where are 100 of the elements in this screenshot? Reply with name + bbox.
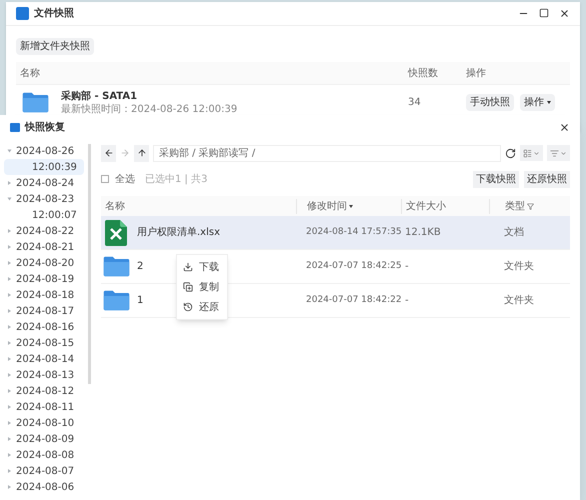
file-type: 文件夹 [503, 260, 534, 274]
collapsed-caret-icon[interactable] [8, 373, 11, 377]
maximize-icon[interactable] [539, 8, 549, 18]
chevron-down-icon [533, 150, 540, 156]
snapshot-action-button[interactable]: 下载快照 [473, 170, 519, 188]
manual-snapshot-button[interactable]: 手动快照 [466, 94, 514, 111]
file-size: - [404, 294, 410, 308]
tree-item[interactable]: 2024-08-17 [0, 303, 88, 319]
tree-item[interactable]: 2024-08-10 [0, 415, 88, 431]
tree-item[interactable]: 2024-08-21 [0, 239, 88, 255]
tree-item[interactable]: 2024-08-24 [0, 175, 88, 191]
tree-item[interactable]: 12:00:07 [4, 207, 84, 223]
tree-item[interactable]: 2024-08-08 [0, 447, 88, 463]
caret-icon [547, 101, 551, 104]
expanded-caret-icon[interactable] [8, 198, 12, 200]
back-button[interactable] [101, 144, 116, 162]
modified-time: 2024-07-07 18:42:22 [305, 294, 401, 307]
filter-icon[interactable] [527, 202, 534, 210]
folder-icon [22, 92, 49, 114]
collapsed-caret-icon[interactable] [8, 405, 11, 409]
collapsed-caret-icon[interactable] [8, 309, 11, 313]
collapsed-caret-icon[interactable] [8, 341, 11, 345]
up-button[interactable] [134, 144, 149, 162]
folder-icon [102, 256, 130, 278]
list-view-icon [523, 148, 532, 158]
collapsed-caret-icon[interactable] [8, 357, 11, 361]
download-icon [183, 262, 193, 272]
close-icon[interactable] [559, 8, 570, 19]
tree-item[interactable]: 2024-08-14 [0, 351, 88, 367]
up-arrow-icon [136, 148, 146, 158]
file-type: 文档 [503, 226, 524, 240]
select-all-label: 全选 [115, 172, 135, 186]
collapsed-caret-icon[interactable] [8, 469, 11, 473]
collapsed-caret-icon[interactable] [8, 261, 11, 265]
close-icon[interactable] [559, 122, 570, 132]
modified-time: 2024-08-14 17:57:35 [305, 226, 401, 239]
left-arrow-icon [104, 148, 114, 158]
folder-name: 采购部 - SATA1 [61, 90, 138, 102]
dialog-title: 快照恢复 [25, 120, 65, 134]
tree-item[interactable]: 2024-08-11 [0, 399, 88, 415]
file-size: 12.1KB [404, 226, 442, 240]
forward-icon[interactable] [120, 148, 130, 158]
selection-count: 已选中1 | 共3 [145, 172, 208, 186]
modified-time: 2024-07-07 18:42:25 [305, 260, 401, 273]
column-header: 快照数 [408, 66, 439, 80]
collapsed-caret-icon[interactable] [8, 229, 11, 233]
collapsed-caret-icon[interactable] [8, 421, 11, 425]
tree-item[interactable]: 2024-08-06 [0, 479, 88, 495]
tree-item[interactable]: 2024-08-16 [0, 319, 88, 335]
collapsed-caret-icon[interactable] [8, 453, 11, 457]
column-header: 名称 [20, 66, 41, 80]
column-header[interactable]: 类型 [489, 198, 534, 214]
refresh-icon[interactable] [505, 148, 516, 158]
snapshot-action-button[interactable]: 还原快照 [524, 170, 570, 188]
context-menu-item[interactable]: 下载 [177, 257, 227, 277]
restore-icon [183, 302, 193, 312]
column-header[interactable]: 文件大小 [401, 198, 489, 214]
sort-lines-icon [550, 148, 559, 158]
select-all-checkbox[interactable] [101, 175, 109, 183]
column-header[interactable]: 修改时间 [296, 198, 401, 214]
tree-item[interactable]: 2024-08-20 [0, 255, 88, 271]
app-icon [16, 7, 29, 20]
file-name: 2 [137, 260, 144, 274]
path-field[interactable]: 采购部 / 采购部读写 / [153, 144, 501, 162]
scrollbar[interactable] [88, 144, 91, 384]
app-icon [10, 122, 20, 132]
column-header[interactable]: 名称 [101, 198, 296, 214]
tree-item[interactable]: 2024-08-07 [0, 463, 88, 479]
expanded-caret-icon[interactable] [8, 150, 12, 152]
spreadsheet-file-icon [105, 220, 127, 246]
tree-item[interactable]: 2024-08-23 [0, 191, 88, 207]
collapsed-caret-icon[interactable] [8, 485, 11, 489]
tree-item[interactable]: 2024-08-22 [0, 223, 88, 239]
latest-snapshot-time: 最新快照时间：2024-08-26 12:00:39 [61, 102, 238, 116]
tree-item[interactable]: 2024-08-26 [0, 143, 88, 159]
tree-item[interactable]: 2024-08-18 [0, 287, 88, 303]
tree-item[interactable]: 2024-08-15 [0, 335, 88, 351]
tree-item[interactable]: 2024-08-12 [0, 383, 88, 399]
collapsed-caret-icon[interactable] [8, 389, 11, 393]
actions-dropdown-button[interactable]: 操作 [520, 94, 555, 111]
snapshot-count: 34 [408, 96, 422, 110]
tree-item[interactable]: 2024-08-09 [0, 431, 88, 447]
collapsed-caret-icon[interactable] [8, 437, 11, 441]
collapsed-caret-icon[interactable] [8, 277, 11, 281]
tree-item[interactable]: 2024-08-19 [0, 271, 88, 287]
tree-item[interactable]: 12:00:39 [4, 159, 84, 175]
collapsed-caret-icon[interactable] [8, 181, 11, 185]
file-size: - [404, 260, 410, 274]
tree-item[interactable]: 2024-08-13 [0, 367, 88, 383]
collapsed-caret-icon[interactable] [8, 325, 11, 329]
folder-icon [102, 290, 130, 312]
file-name: 用户权限清单.xlsx [137, 226, 220, 240]
file-row[interactable]: 用户权限清单.xlsx 2024-08-14 17:57:35 12.1KB 文档 [101, 216, 570, 250]
sort-down-icon [349, 204, 353, 208]
collapsed-caret-icon[interactable] [8, 293, 11, 297]
chevron-down-icon [560, 150, 567, 156]
sort-dropdown-button[interactable] [547, 145, 570, 161]
collapsed-caret-icon[interactable] [8, 245, 11, 249]
context-menu-item[interactable]: 还原 [177, 297, 227, 317]
new-folder-snapshot-button[interactable]: 新增文件夹快照 [16, 38, 94, 55]
